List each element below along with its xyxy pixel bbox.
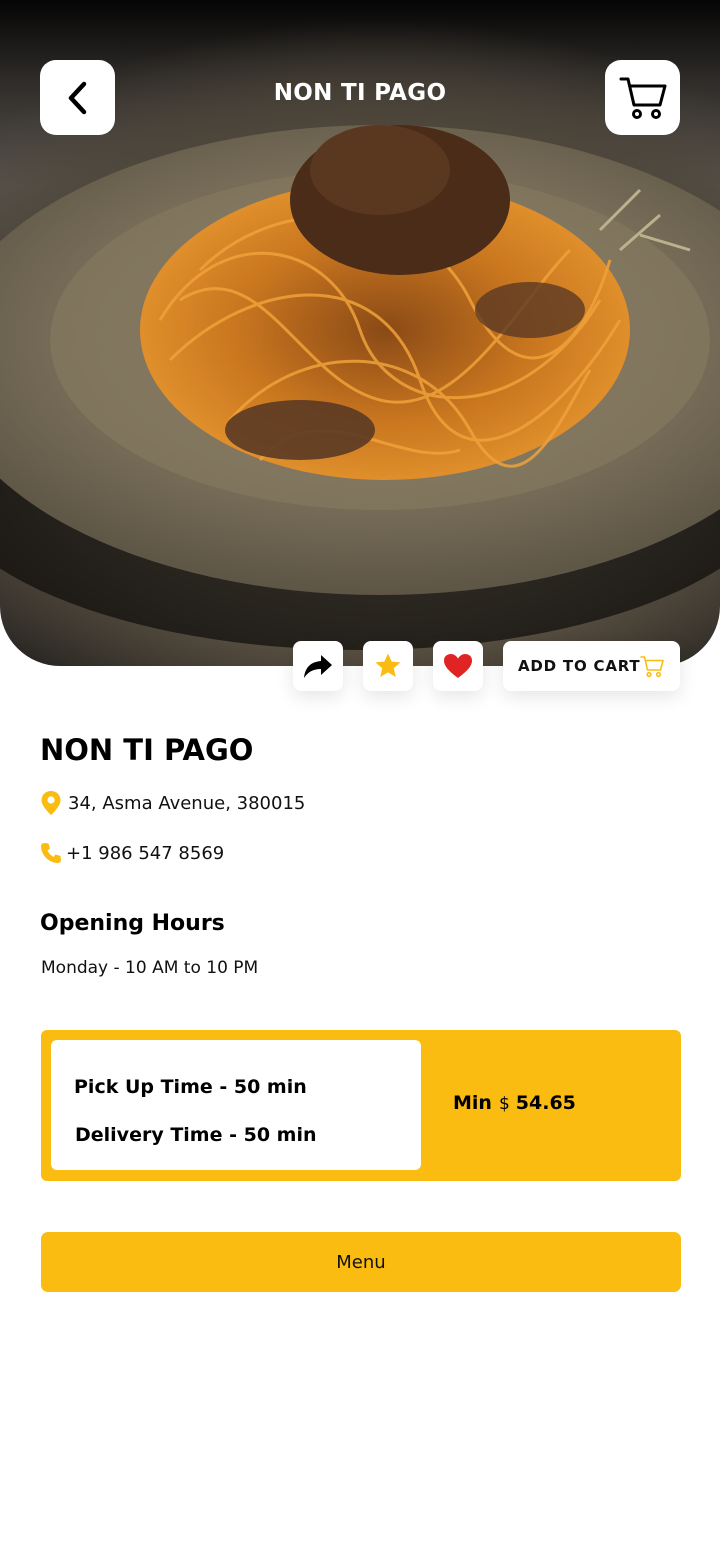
minimum-order: Min $ 54.65	[453, 1092, 576, 1114]
opening-hours-heading: Opening Hours	[40, 911, 225, 936]
phone-icon	[41, 843, 61, 863]
share-arrow-icon	[304, 655, 332, 678]
add-to-cart-label: ADD TO CART	[518, 657, 641, 675]
delivery-info-card: Pick Up Time - 50 min Delivery Time - 50…	[41, 1030, 681, 1181]
delivery-time: Delivery Time - 50 min	[75, 1124, 317, 1146]
phone-row[interactable]: +1 986 547 8569	[40, 842, 224, 864]
currency-symbol: $	[498, 1094, 510, 1114]
cart-button[interactable]	[605, 60, 680, 135]
phone-text: +1 986 547 8569	[66, 842, 225, 864]
address-text: 34, Asma Avenue, 380015	[68, 792, 306, 814]
menu-button[interactable]: Menu	[41, 1232, 681, 1292]
times-panel: Pick Up Time - 50 min Delivery Time - 50…	[51, 1040, 421, 1170]
hero-food-image: NON TI PAGO	[0, 0, 720, 666]
restaurant-name: NON TI PAGO	[40, 733, 254, 767]
min-amount: 54.65	[515, 1092, 576, 1114]
chevron-left-icon	[68, 81, 86, 114]
page-title: NON TI PAGO	[273, 80, 447, 106]
address-row: 34, Asma Avenue, 380015	[40, 790, 305, 816]
shopping-cart-icon	[619, 77, 666, 119]
star-icon	[375, 653, 401, 677]
share-button[interactable]	[293, 641, 343, 691]
add-to-cart-button[interactable]: ADD TO CART	[503, 641, 680, 691]
shopping-cart-icon	[640, 656, 664, 678]
heart-icon	[444, 654, 472, 678]
like-heart-button[interactable]	[433, 641, 483, 691]
location-pin-icon	[41, 791, 61, 815]
opening-hours-text: Monday - 10 AM to 10 PM	[41, 958, 259, 978]
pickup-time: Pick Up Time - 50 min	[74, 1076, 307, 1098]
favorite-star-button[interactable]	[363, 641, 413, 691]
min-label: Min	[453, 1092, 492, 1114]
back-button[interactable]	[40, 60, 115, 135]
